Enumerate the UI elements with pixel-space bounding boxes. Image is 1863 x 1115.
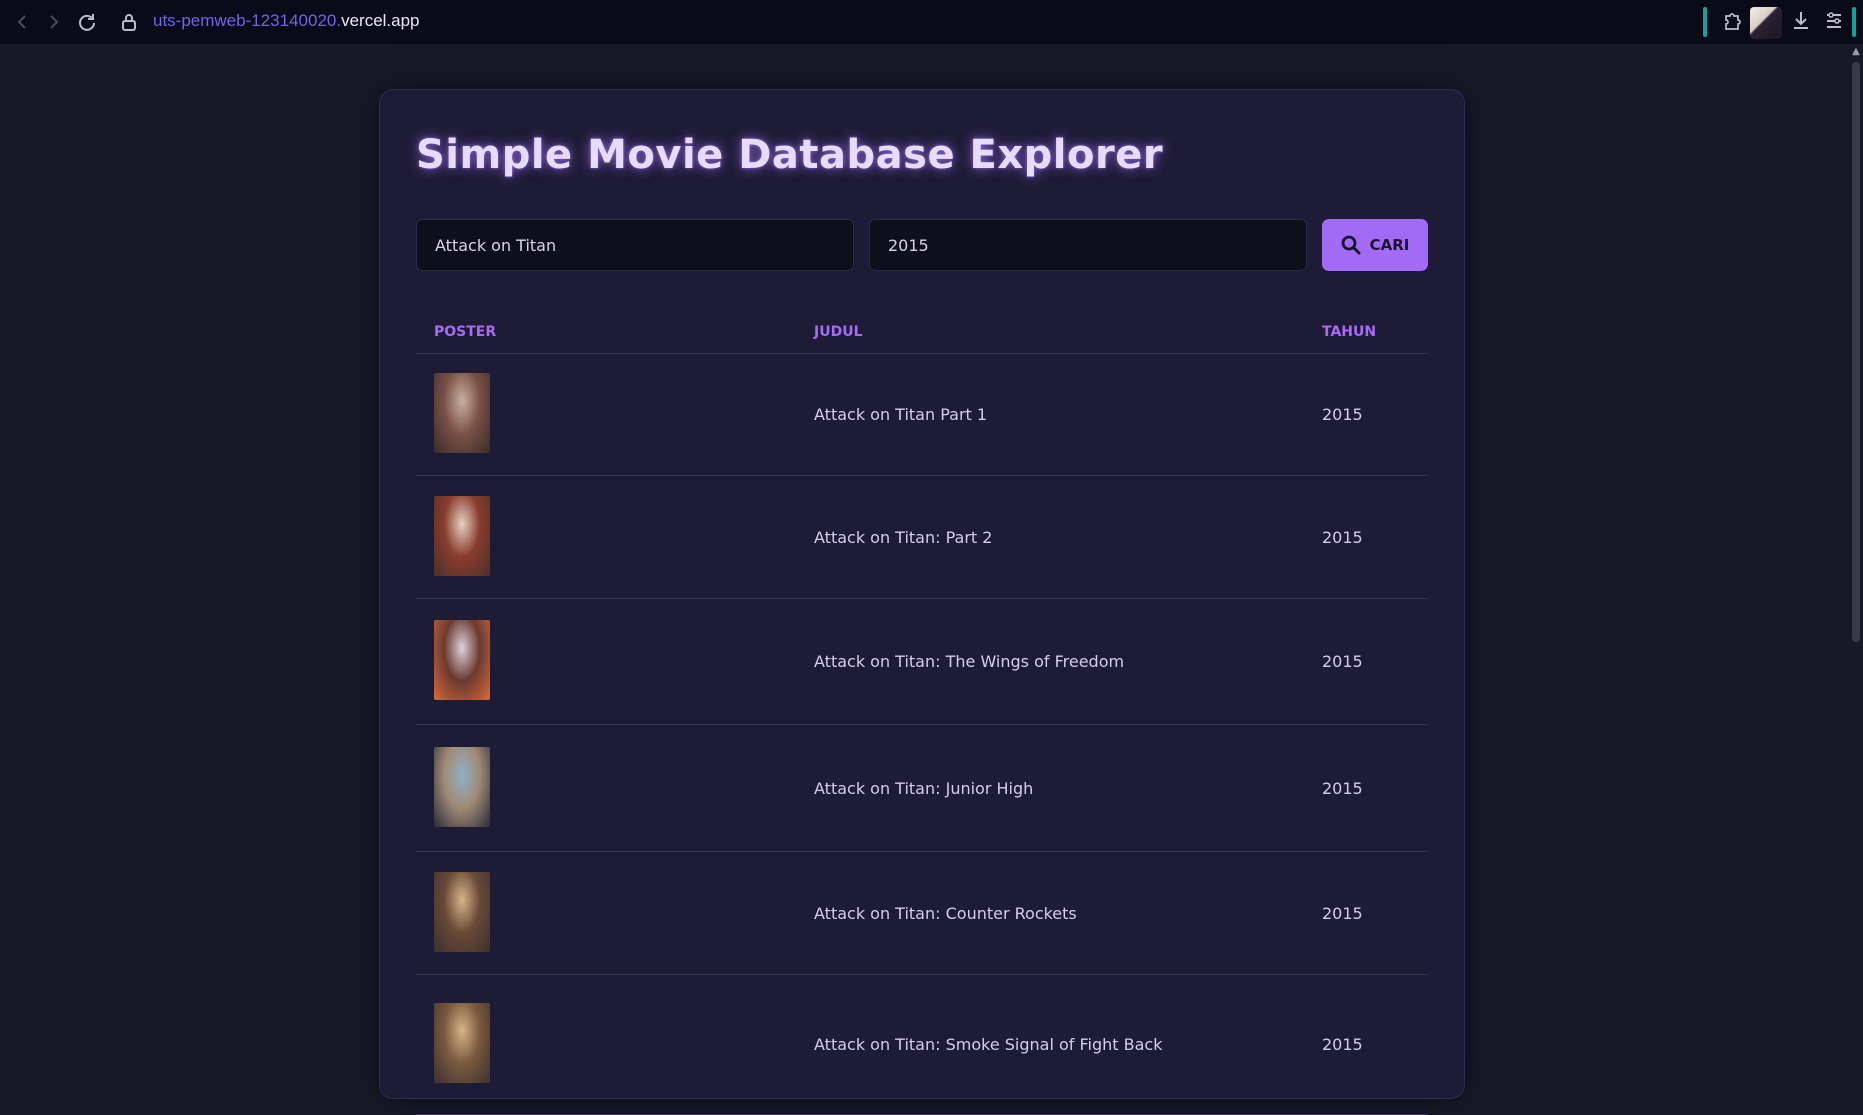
- table-row[interactable]: Attack on Titan: Junior High 2015: [416, 725, 1428, 852]
- lock-icon[interactable]: [117, 10, 141, 34]
- search-button-label: CARI: [1369, 236, 1410, 254]
- movie-year: 2015: [1322, 904, 1363, 923]
- movie-poster[interactable]: [434, 373, 490, 453]
- title-search-input[interactable]: [416, 219, 854, 271]
- movie-poster[interactable]: [434, 872, 490, 952]
- address-bar[interactable]: uts-pemweb-123140020.vercel.app: [153, 11, 420, 31]
- reload-icon[interactable]: [75, 10, 99, 34]
- extensions-icon[interactable]: [1720, 8, 1744, 38]
- movie-poster[interactable]: [434, 620, 490, 700]
- movie-title: Attack on Titan: Junior High: [814, 779, 1034, 798]
- table-row[interactable]: Attack on Titan Part 1 2015: [416, 354, 1428, 476]
- movie-year: 2015: [1322, 1035, 1363, 1054]
- movie-title: Attack on Titan Part 1: [814, 405, 988, 424]
- sidebar-indicator: [1852, 7, 1856, 37]
- page-title: Simple Movie Database Explorer: [416, 132, 1164, 178]
- table-row[interactable]: Attack on Titan: Counter Rockets 2015: [416, 852, 1428, 975]
- movie-title: Attack on Titan: Part 2: [814, 528, 993, 547]
- year-input[interactable]: [869, 219, 1307, 271]
- download-icon[interactable]: [1791, 8, 1811, 38]
- movie-title: Attack on Titan: The Wings of Freedom: [814, 652, 1125, 671]
- main-card: Simple Movie Database Explorer CARI POST…: [379, 89, 1465, 1115]
- movie-poster[interactable]: [434, 496, 490, 576]
- column-header-year: TAHUN: [1322, 324, 1377, 340]
- column-header-title: JUDUL: [814, 324, 863, 340]
- table-header: POSTER JUDUL TAHUN: [416, 310, 1428, 354]
- browser-toolbar: uts-pemweb-123140020.vercel.app: [0, 0, 1863, 44]
- movie-poster[interactable]: [434, 747, 490, 827]
- search-icon: [1341, 235, 1361, 255]
- movie-year: 2015: [1322, 779, 1363, 798]
- table-row[interactable]: Attack on Titan: Smoke Signal of Fight B…: [416, 975, 1428, 1115]
- url-domain: vercel.app: [341, 11, 420, 30]
- movie-year: 2015: [1322, 405, 1363, 424]
- back-icon[interactable]: [10, 10, 34, 34]
- column-header-poster: POSTER: [434, 324, 497, 340]
- movie-title: Attack on Titan: Counter Rockets: [814, 904, 1077, 923]
- search-button[interactable]: CARI: [1322, 219, 1428, 271]
- movie-poster[interactable]: [434, 1003, 490, 1083]
- tab-indicator: [1703, 7, 1707, 37]
- scroll-up-arrow[interactable]: ▲: [1849, 46, 1863, 60]
- movie-year: 2015: [1322, 652, 1363, 671]
- profile-avatar[interactable]: [1750, 7, 1782, 39]
- movie-year: 2015: [1322, 528, 1363, 547]
- table-row[interactable]: Attack on Titan: The Wings of Freedom 201…: [416, 599, 1428, 725]
- table-row[interactable]: Attack on Titan: Part 2 2015: [416, 476, 1428, 599]
- scrollbar-thumb[interactable]: [1852, 62, 1860, 642]
- menu-icon[interactable]: [1824, 8, 1844, 38]
- url-host: uts-pemweb-123140020.: [153, 11, 342, 30]
- movie-title: Attack on Titan: Smoke Signal of Fight B…: [814, 1035, 1163, 1054]
- forward-icon[interactable]: [42, 10, 66, 34]
